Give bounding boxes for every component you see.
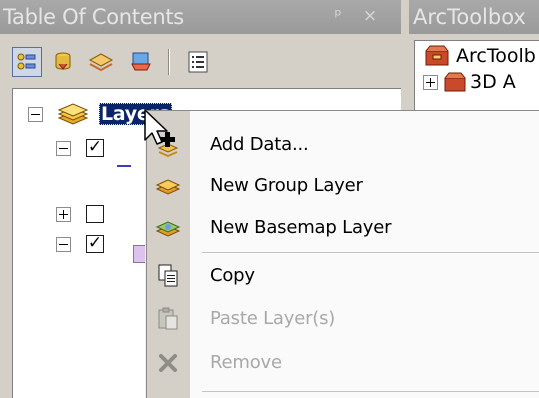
list-by-drawing-order-button[interactable] [12, 47, 42, 77]
list-by-source-icon [55, 52, 71, 70]
toolbox-icon [425, 45, 449, 66]
new-group-layer-label: New Group Layer [210, 175, 363, 196]
toolbar-separator [168, 49, 169, 75]
toc-title: Table Of Contents [3, 5, 184, 29]
menu-separator [202, 391, 539, 392]
layer-2-expand-toggle[interactable] [56, 207, 71, 222]
remove-menu-item[interactable]: Remove [147, 343, 539, 383]
new-basemap-layer-label: New Basemap Layer [210, 217, 392, 238]
menu-separator [202, 252, 539, 253]
add-data-label: Add Data... [210, 134, 309, 155]
3d-analyst-label[interactable]: 3D A [470, 71, 516, 93]
list-by-source-button[interactable] [48, 47, 78, 77]
remove-icon [159, 354, 177, 372]
new-group-layer-icon [155, 179, 181, 195]
list-by-selection-button[interactable] [126, 47, 156, 77]
copy-label: Copy [210, 265, 255, 286]
context-menu: Add Data... New Group Layer New Basemap … [146, 110, 539, 398]
layer-1-collapse-toggle[interactable] [56, 141, 71, 156]
layer-2-visibility-checkbox[interactable] [86, 205, 104, 223]
copy-menu-item[interactable]: Copy [147, 256, 539, 296]
layers-frame-icon [57, 103, 89, 125]
layer-3-visibility-checkbox[interactable]: ✓ [86, 235, 104, 253]
paste-layers-menu-item[interactable]: Paste Layer(s) [147, 299, 539, 339]
options-icon [188, 51, 208, 73]
arctoolbox-title-bar[interactable]: ArcToolbox [409, 0, 539, 34]
new-basemap-layer-icon [155, 221, 181, 237]
3d-analyst-toolbox-icon [444, 72, 466, 92]
layer-1-legend-line [117, 165, 131, 167]
layer-3-collapse-toggle[interactable] [56, 237, 71, 252]
layer-1-visibility-checkbox[interactable]: ✓ [86, 139, 104, 157]
list-by-visibility-icon [88, 53, 114, 72]
arctoolbox-root-label[interactable]: ArcToolb [456, 45, 536, 67]
copy-icon [158, 264, 178, 287]
paste-layers-label: Paste Layer(s) [210, 308, 336, 329]
options-button[interactable] [183, 47, 213, 77]
toc-toolbar [0, 34, 401, 84]
3d-analyst-expand-toggle[interactable] [423, 75, 438, 90]
close-icon[interactable]: × [362, 8, 378, 25]
mouse-pointer-icon [144, 109, 168, 145]
new-group-layer-menu-item[interactable]: New Group Layer [147, 166, 539, 206]
remove-label: Remove [210, 352, 282, 373]
paste-icon [158, 307, 178, 330]
list-by-drawing-order-icon [17, 53, 36, 70]
list-by-visibility-button[interactable] [86, 47, 116, 77]
layers-collapse-toggle[interactable] [28, 107, 43, 122]
new-basemap-layer-menu-item[interactable]: New Basemap Layer [147, 208, 539, 248]
pin-icon[interactable]: ᵖ [330, 8, 346, 25]
list-by-selection-icon [131, 52, 151, 71]
add-data-menu-item[interactable]: Add Data... [147, 125, 539, 165]
arctoolbox-title: ArcToolbox [413, 5, 526, 29]
